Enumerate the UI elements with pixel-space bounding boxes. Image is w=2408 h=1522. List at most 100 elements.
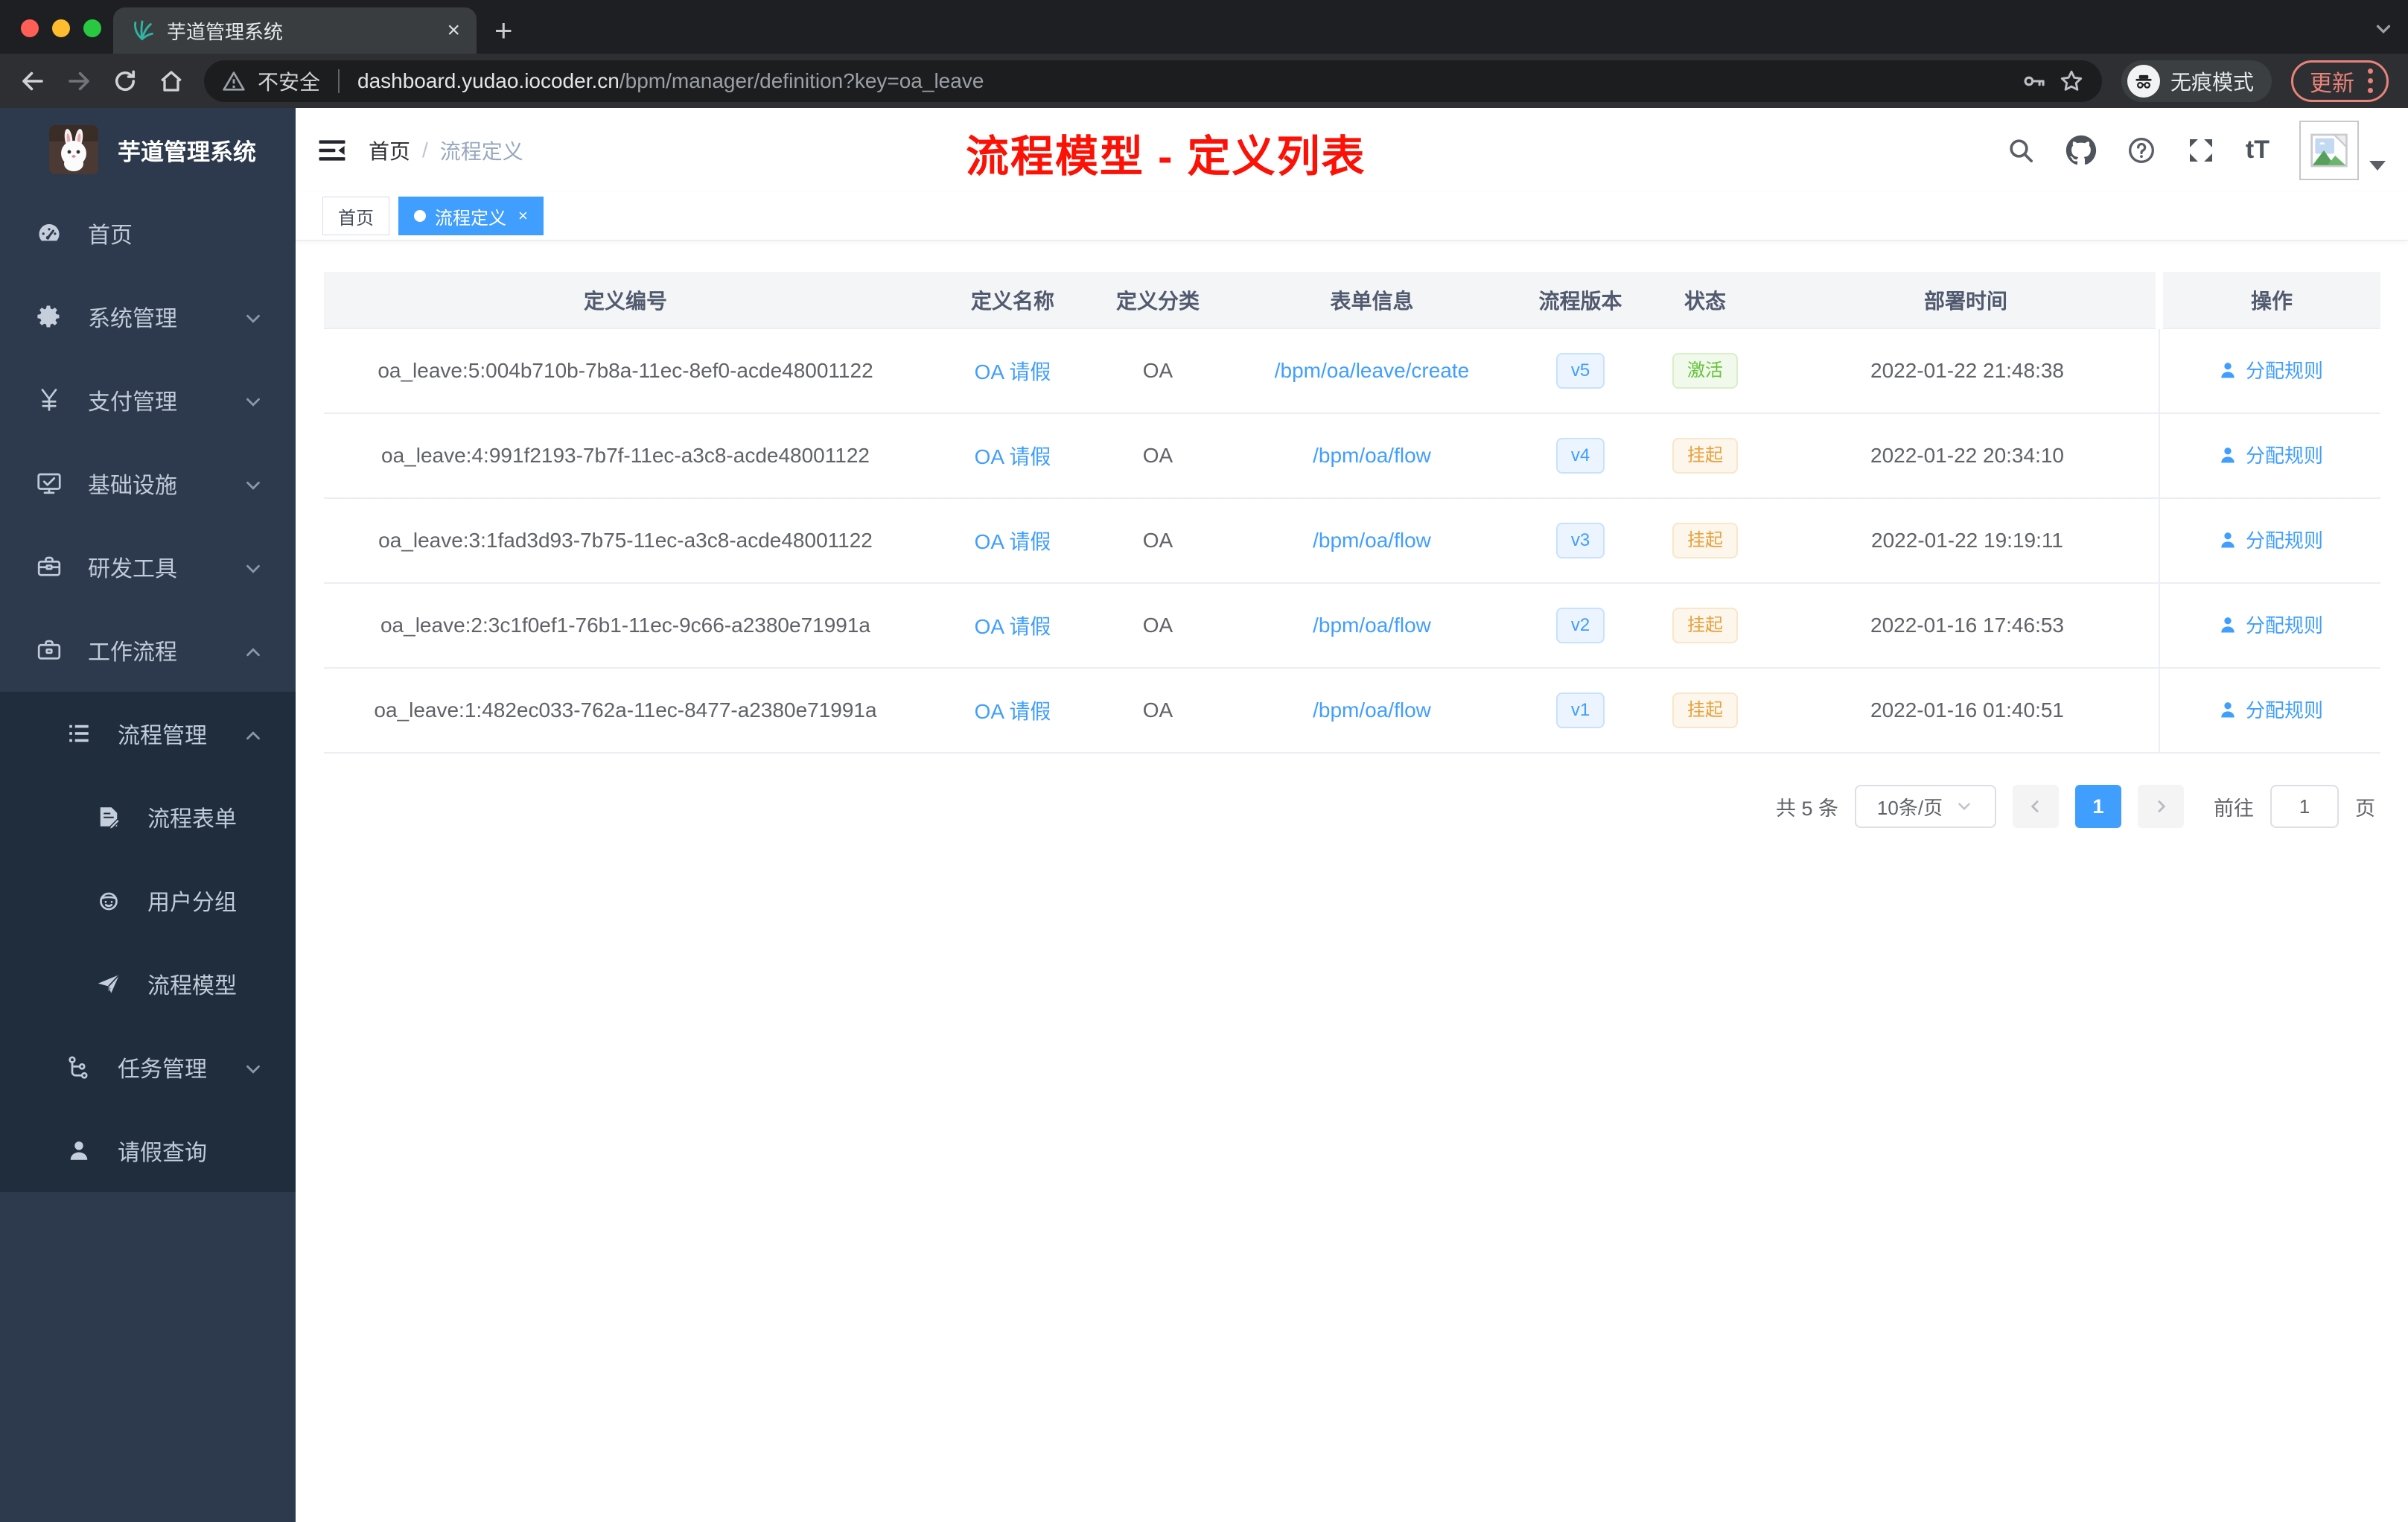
form-link[interactable]: /bpm/oa/flow: [1313, 444, 1431, 467]
browser-tab-strip: 芋道管理系统 × +: [0, 0, 2408, 54]
tab-close-icon[interactable]: ×: [447, 18, 460, 43]
tag-active[interactable]: 流程定义 ×: [398, 197, 544, 235]
avatar[interactable]: [2299, 120, 2359, 180]
close-window-button[interactable]: [21, 19, 39, 37]
incognito-label: 无痕模式: [2170, 70, 2254, 94]
table-body: oa_leave:5:004b710b-7b8a-11ec-8ef0-acde4…: [324, 328, 2380, 754]
sidebar-item-infrastructure[interactable]: 基础设施: [0, 442, 296, 525]
page-size-select[interactable]: 10条/页: [1855, 785, 1996, 828]
sidebar-item-process-form[interactable]: 流程表单: [0, 775, 296, 859]
page-number-1[interactable]: 1: [2075, 785, 2121, 828]
assign-rule-link[interactable]: 分配规则: [2217, 695, 2323, 723]
incognito-icon: [2127, 64, 2160, 98]
avatar-dropdown-caret-icon[interactable]: [2369, 160, 2386, 171]
cell-definition-id: oa_leave:4:991f2193-7b7f-11ec-a3c8-acde4…: [324, 413, 927, 498]
form-link[interactable]: /bpm/oa/flow: [1313, 698, 1431, 722]
assign-rule-link[interactable]: 分配规则: [2217, 356, 2323, 383]
cell-version: v5: [1526, 328, 1634, 413]
sidebar-item-home[interactable]: 首页: [0, 191, 296, 275]
sidebar-logo-row[interactable]: 芋道管理系统: [0, 108, 296, 191]
cell-definition-name: OA 请假: [927, 497, 1098, 583]
back-icon[interactable]: [19, 68, 46, 95]
cell-definition-id: oa_leave:5:004b710b-7b8a-11ec-8ef0-acde4…: [324, 328, 927, 413]
url-path: /bpm/manager/definition?key=oa_leave: [619, 69, 984, 92]
cell-definition-id: oa_leave:3:1fad3d93-7b75-11ec-a3c8-acde4…: [324, 497, 927, 583]
reload-icon[interactable]: [112, 68, 138, 95]
browser-tab[interactable]: 芋道管理系统 ×: [113, 7, 477, 54]
bookmark-star-icon[interactable]: [2059, 69, 2084, 94]
fullscreen-icon[interactable]: [2186, 136, 2216, 165]
cell-category: OA: [1098, 328, 1217, 413]
cell-form-info: /bpm/oa/flow: [1217, 582, 1526, 668]
table-row: oa_leave:2:3c1f0ef1-76b1-11ec-9c66-a2380…: [324, 582, 2380, 668]
help-icon[interactable]: [2127, 136, 2156, 165]
zoom-window-button[interactable]: [83, 19, 101, 37]
assign-rule-link[interactable]: 分配规则: [2217, 441, 2323, 468]
definition-name-link[interactable]: OA 请假: [975, 615, 1051, 638]
incognito-chip: 无痕模式: [2121, 60, 2272, 102]
new-tab-button[interactable]: +: [494, 10, 513, 51]
definition-name-link[interactable]: OA 请假: [975, 530, 1051, 553]
breadcrumb-home[interactable]: 首页: [369, 136, 410, 165]
table-row: oa_leave:1:482ec033-762a-11ec-8477-a2380…: [324, 667, 2380, 754]
sidebar-item-workflow[interactable]: 工作流程: [0, 608, 296, 692]
page-size-value: 10条/页: [1876, 796, 1943, 819]
sidebar-item-label: 用户分组: [147, 891, 237, 915]
address-bar[interactable]: 不安全 dashboard.yudao.iocoder.cn/bpm/manag…: [204, 60, 2102, 102]
form-link[interactable]: /bpm/oa/leave/create: [1275, 359, 1470, 382]
sidebar-item-leave-query[interactable]: 请假查询: [0, 1109, 296, 1192]
form-link[interactable]: /bpm/oa/flow: [1313, 529, 1431, 552]
definition-name-link[interactable]: OA 请假: [975, 700, 1051, 723]
cell-category: OA: [1098, 667, 1217, 754]
goto-page-input[interactable]: [2270, 785, 2339, 828]
sidebar-item-payment[interactable]: 支付管理: [0, 358, 296, 442]
tag-item[interactable]: 首页: [322, 197, 389, 235]
table-row: oa_leave:5:004b710b-7b8a-11ec-8ef0-acde4…: [324, 328, 2380, 413]
cell-definition-name: OA 请假: [927, 667, 1098, 754]
sidebar-item-system[interactable]: 系统管理: [0, 275, 296, 358]
goto-unit: 页: [2355, 797, 2375, 820]
definition-name-link[interactable]: OA 请假: [975, 360, 1051, 383]
sidebar-item-label: 支付管理: [88, 390, 177, 415]
sidebar-item-dev-tools[interactable]: 研发工具: [0, 525, 296, 608]
status-badge: 挂起: [1672, 692, 1738, 729]
hamburger-fold-icon[interactable]: [316, 135, 348, 166]
status-badge: 挂起: [1672, 437, 1738, 474]
home-icon[interactable]: [158, 68, 185, 95]
sidebar-item-label: 基础设施: [88, 474, 177, 498]
tab-search-chevron-icon[interactable]: [2372, 18, 2395, 40]
definition-name-link[interactable]: OA 请假: [975, 445, 1051, 468]
cell-definition-name: OA 请假: [927, 328, 1098, 413]
cell-definition-id: oa_leave:1:482ec033-762a-11ec-8477-a2380…: [324, 667, 927, 754]
browser-update-menu-button[interactable]: 更新: [2291, 60, 2389, 102]
briefcase-icon: [36, 637, 63, 663]
assign-rule-link[interactable]: 分配规则: [2217, 526, 2323, 553]
sidebar-item-user-group[interactable]: 用户分组: [0, 859, 296, 942]
password-key-icon[interactable]: [2022, 69, 2047, 94]
url-text[interactable]: dashboard.yudao.iocoder.cn/bpm/manager/d…: [357, 69, 2010, 93]
cell-deploy-time: 2022-01-22 19:19:11: [1776, 497, 2159, 583]
chevron-down-icon: [1958, 803, 1970, 811]
next-page-button[interactable]: [2138, 785, 2184, 828]
assign-user-icon: [2217, 699, 2238, 720]
security-label[interactable]: 不安全: [258, 66, 320, 96]
sidebar-item-process-model[interactable]: 流程模型: [0, 942, 296, 1025]
column-header: 操作: [2156, 272, 2380, 328]
form-link[interactable]: /bpm/oa/flow: [1313, 614, 1431, 637]
font-size-icon[interactable]: tT: [2246, 136, 2270, 165]
sidebar-item-task-manage[interactable]: 任务管理: [0, 1025, 296, 1109]
github-icon[interactable]: [2065, 135, 2097, 166]
sidebar-item-label: 研发工具: [88, 557, 177, 582]
version-badge: v4: [1555, 437, 1605, 474]
monitor-icon: [36, 470, 63, 497]
cell-form-info: /bpm/oa/flow: [1217, 413, 1526, 498]
minimize-window-button[interactable]: [52, 19, 70, 37]
prev-page-button[interactable]: [2013, 785, 2059, 828]
assign-rule-link[interactable]: 分配规则: [2217, 611, 2323, 638]
tag-dot: [414, 210, 426, 222]
tag-close-icon[interactable]: ×: [518, 206, 528, 226]
cell-deploy-time: 2022-01-16 17:46:53: [1776, 582, 2159, 668]
search-icon[interactable]: [2006, 136, 2036, 165]
pagination-total: 共 5 条: [1775, 797, 1838, 820]
sidebar-item-process-manage[interactable]: 流程管理: [0, 692, 296, 775]
